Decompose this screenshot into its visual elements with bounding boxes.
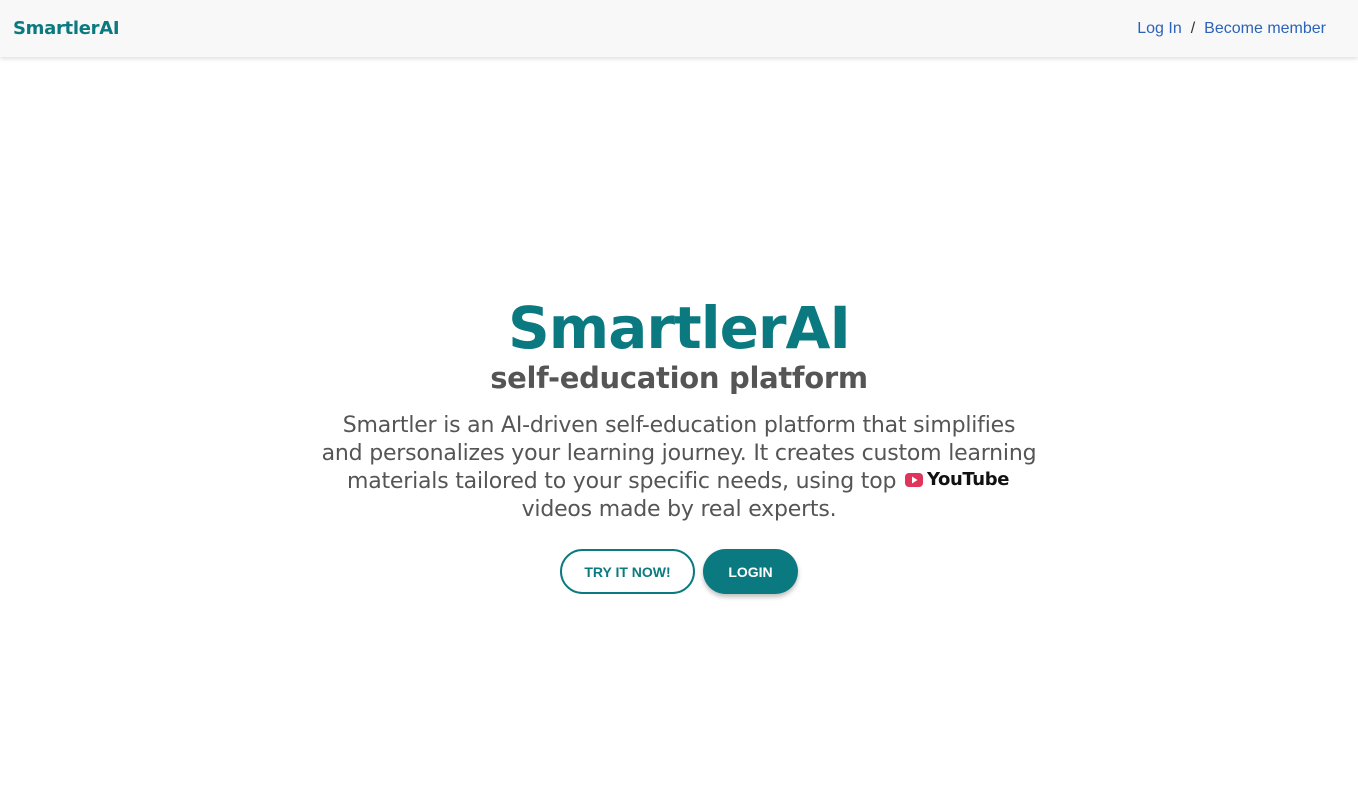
auth-links: Log In / Become member <box>1137 20 1326 38</box>
youtube-label: YouTube <box>927 469 1010 490</box>
login-link[interactable]: Log In <box>1137 20 1181 38</box>
try-it-now-button[interactable]: TRY IT NOW! <box>560 549 695 594</box>
become-member-link[interactable]: Become member <box>1204 20 1326 38</box>
description-text-end: videos made by real experts. <box>521 497 837 522</box>
hero-description: Smartler is an AI-driven self-education … <box>319 412 1039 524</box>
youtube-logo: YouTube <box>905 466 1009 494</box>
brand-logo[interactable]: SmartlerAI <box>13 18 120 39</box>
nav-separator: / <box>1190 19 1196 37</box>
youtube-play-icon <box>905 473 924 487</box>
top-navbar: SmartlerAI Log In / Become member <box>0 0 1358 57</box>
hero-section: SmartlerAI self-education platform Smart… <box>0 292 1358 594</box>
login-button[interactable]: LOGIN <box>703 549 798 594</box>
cta-buttons: TRY IT NOW! LOGIN <box>560 549 798 594</box>
hero-title: SmartlerAI <box>508 294 851 362</box>
hero-subtitle: self-education platform <box>490 361 868 395</box>
